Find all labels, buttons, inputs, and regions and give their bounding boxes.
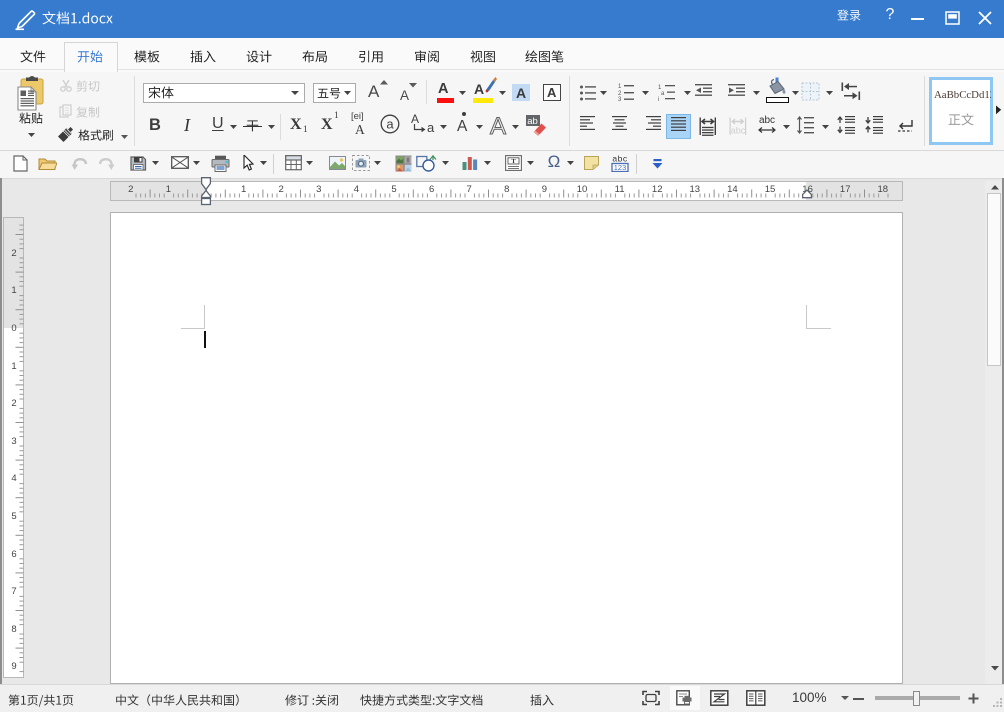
svg-text:8: 8 [11, 624, 16, 635]
svg-text:T: T [511, 158, 516, 165]
svg-text:8: 8 [504, 184, 509, 195]
svg-text:5: 5 [391, 184, 396, 195]
svg-text:a: a [386, 117, 394, 132]
svg-text:abc: abc [759, 115, 775, 126]
svg-text:18: 18 [878, 184, 889, 195]
svg-text:3: 3 [618, 97, 622, 101]
svg-text:a: a [661, 91, 665, 97]
svg-text:12: 12 [652, 184, 663, 195]
svg-text:6: 6 [429, 184, 434, 195]
svg-text:7: 7 [467, 184, 472, 195]
svg-text:4: 4 [11, 473, 16, 484]
svg-text:17: 17 [840, 184, 851, 195]
svg-text:5: 5 [11, 511, 16, 522]
svg-text:1: 1 [618, 84, 622, 90]
svg-text:2: 2 [11, 248, 16, 259]
svg-text:6: 6 [11, 549, 16, 560]
svg-text:2: 2 [279, 184, 284, 195]
svg-text:0: 0 [11, 323, 16, 334]
svg-text:3: 3 [11, 436, 16, 447]
svg-text:9: 9 [542, 184, 547, 195]
svg-text:13: 13 [690, 184, 701, 195]
svg-text:1: 1 [11, 285, 16, 296]
svg-text:15: 15 [765, 184, 776, 195]
svg-text:1: 1 [241, 184, 246, 195]
svg-text:1: 1 [11, 361, 16, 372]
svg-text:10: 10 [577, 184, 588, 195]
svg-text:11: 11 [615, 184, 625, 195]
svg-text:2: 2 [11, 398, 16, 409]
svg-text:abc: abc [731, 126, 746, 136]
svg-text:1: 1 [166, 184, 171, 195]
svg-text:9: 9 [11, 661, 16, 672]
svg-text:123: 123 [614, 163, 627, 172]
svg-text:ab: ab [527, 116, 538, 127]
svg-text:2: 2 [128, 184, 133, 195]
svg-text:7: 7 [11, 586, 16, 597]
svg-text:i: i [658, 97, 659, 101]
svg-text:A: A [490, 113, 506, 137]
svg-text:3: 3 [316, 184, 321, 195]
svg-text:14: 14 [727, 184, 738, 195]
svg-text:4: 4 [354, 184, 359, 195]
